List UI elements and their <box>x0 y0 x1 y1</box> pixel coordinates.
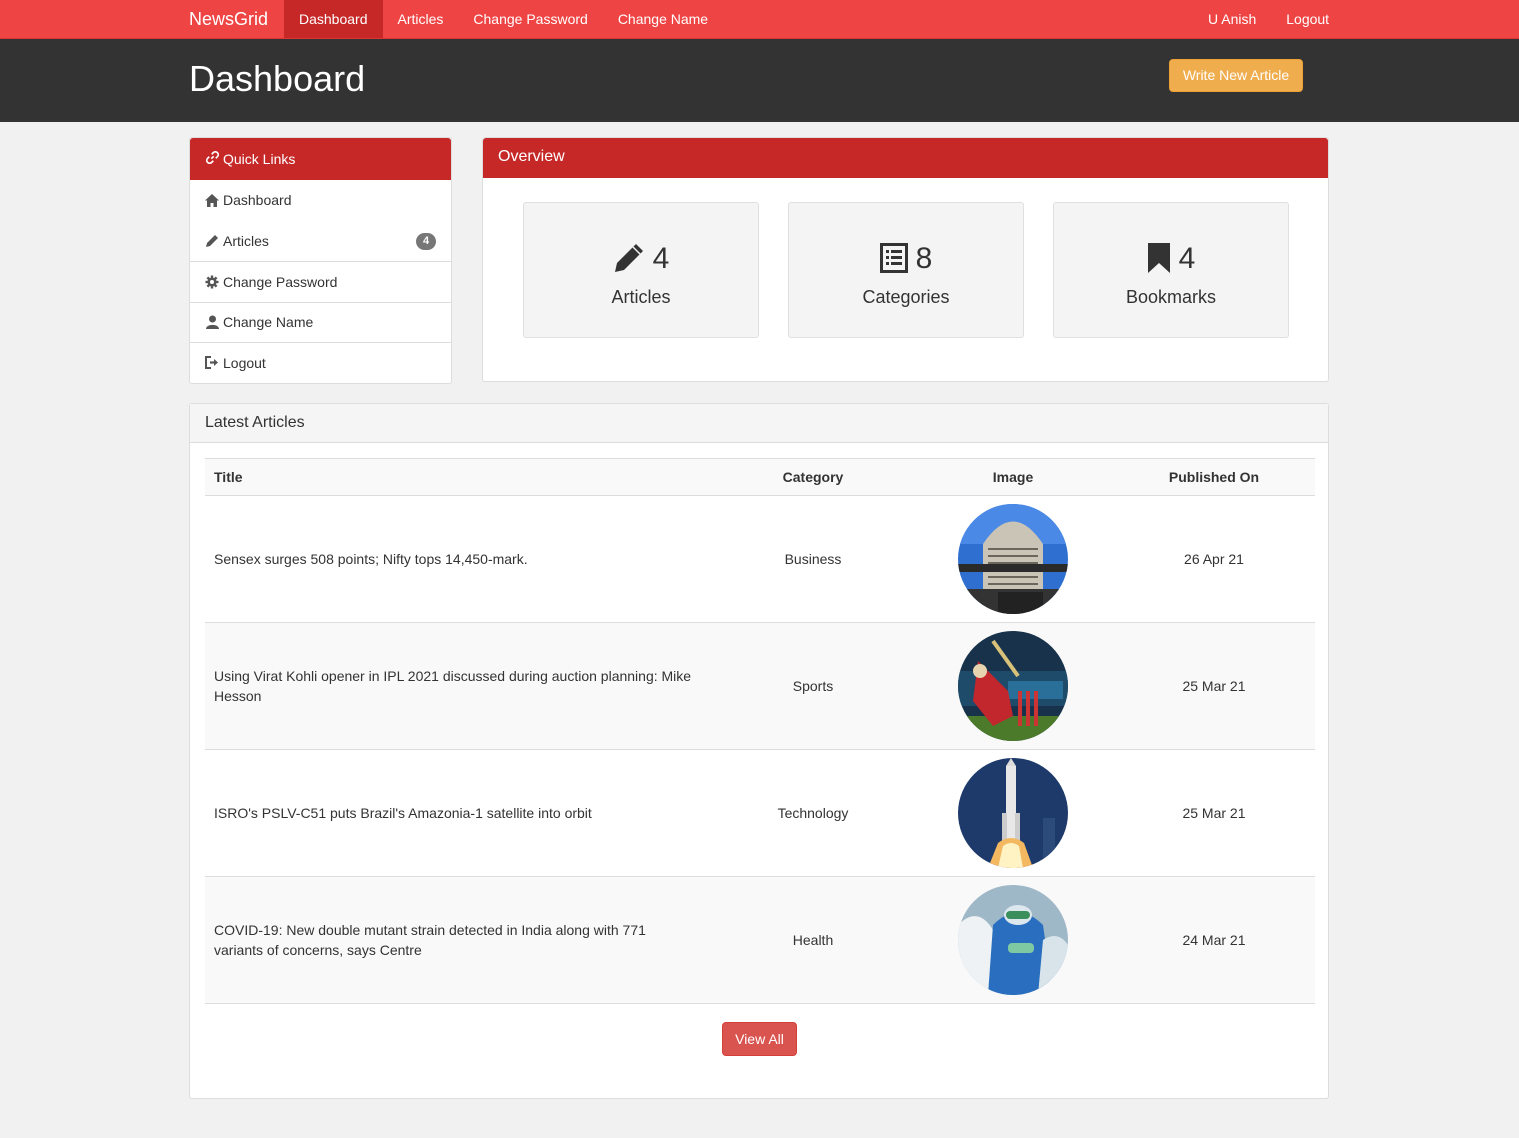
bookmarks-stat-card: 4 Bookmarks <box>1053 202 1289 338</box>
main-nav: Dashboard Articles Change Password Chang… <box>284 0 723 38</box>
bookmarks-stat-label: Bookmarks <box>1125 287 1217 307</box>
quick-link-label: Change Password <box>223 273 338 290</box>
quick-link-label: Dashboard <box>223 192 292 209</box>
categories-stat-label: Categories <box>862 287 950 307</box>
brand-logo[interactable]: NewsGrid <box>189 0 268 38</box>
top-navbar: NewsGrid Dashboard Articles Change Passw… <box>0 0 1519 39</box>
nav-logout[interactable]: Logout <box>1271 0 1344 38</box>
pencil-icon <box>613 242 645 277</box>
article-published-date: 24 Mar 21 <box>1113 876 1315 1004</box>
write-new-article-button[interactable]: Write New Article <box>1169 59 1303 92</box>
logout-icon <box>205 356 219 370</box>
article-thumbnail <box>958 631 1068 741</box>
article-title: Using Virat Kohli opener in IPL 2021 dis… <box>205 622 713 750</box>
latest-articles-header: Latest Articles <box>190 404 1328 443</box>
view-all-button[interactable]: View All <box>722 1022 797 1056</box>
quick-link-logout[interactable]: Logout <box>190 342 451 383</box>
quick-link-change-name[interactable]: Change Name <box>190 301 451 343</box>
articles-table: Title Category Image Published On Sensex… <box>205 458 1315 1004</box>
article-category: Sports <box>713 622 913 750</box>
column-header-category: Category <box>713 458 913 496</box>
overview-header: Overview <box>483 138 1328 178</box>
article-thumbnail <box>958 885 1068 995</box>
table-row[interactable]: ISRO's PSLV-C51 puts Brazil's Amazonia-1… <box>205 749 1315 877</box>
nav-dashboard[interactable]: Dashboard <box>284 0 383 38</box>
article-title: COVID-19: New double mutant strain detec… <box>205 876 713 1004</box>
column-header-title: Title <box>205 458 713 496</box>
article-category: Technology <box>713 749 913 877</box>
nav-articles[interactable]: Articles <box>383 0 459 38</box>
table-row[interactable]: COVID-19: New double mutant strain detec… <box>205 876 1315 1004</box>
pencil-icon <box>205 234 219 248</box>
quick-links-header: Quick Links <box>190 138 451 180</box>
list-icon <box>879 242 908 276</box>
categories-stat-card: 8 Categories <box>788 202 1024 338</box>
page-title: Dashboard <box>189 58 366 99</box>
quick-link-dashboard[interactable]: Dashboard <box>190 180 451 221</box>
article-published-date: 25 Mar 21 <box>1113 622 1315 750</box>
article-title: Sensex surges 508 points; Nifty tops 14,… <box>214 551 528 567</box>
nav-change-name[interactable]: Change Name <box>603 0 723 38</box>
articles-count: 4 <box>652 242 670 275</box>
quick-link-change-password[interactable]: Change Password <box>190 261 451 302</box>
user-nav: U Anish Logout <box>1193 0 1344 38</box>
overview-panel: Overview 4 Articles 8 Categories 4 Bookm… <box>482 137 1329 382</box>
quick-links-title: Quick Links <box>223 151 296 167</box>
articles-count-badge: 4 <box>416 232 436 250</box>
quick-link-label: Logout <box>223 354 266 371</box>
article-title: ISRO's PSLV-C51 puts Brazil's Amazonia-1… <box>205 749 713 877</box>
page-header: Dashboard Write New Article <box>0 39 1519 122</box>
gear-icon <box>205 275 219 289</box>
articles-stat-card: 4 Articles <box>523 202 759 338</box>
column-header-published: Published On <box>1113 458 1315 496</box>
nav-change-password[interactable]: Change Password <box>458 0 602 38</box>
article-category: Health <box>713 876 913 1004</box>
table-row[interactable]: Sensex surges 508 points; Nifty tops 14,… <box>205 496 1315 623</box>
link-icon <box>205 150 220 167</box>
quick-link-label: Articles <box>223 232 269 249</box>
quick-link-articles[interactable]: Articles 4 <box>190 221 451 262</box>
table-header-row: Title Category Image Published On <box>205 458 1315 496</box>
nav-user[interactable]: U Anish <box>1193 0 1271 38</box>
bookmarks-count: 4 <box>1178 242 1196 275</box>
article-thumbnail <box>958 758 1068 868</box>
quick-link-label: Change Name <box>223 314 314 331</box>
table-row[interactable]: Using Virat Kohli opener in IPL 2021 dis… <box>205 622 1315 750</box>
article-published-date: 25 Mar 21 <box>1113 749 1315 877</box>
articles-stat-label: Articles <box>611 287 671 307</box>
user-icon <box>205 315 219 330</box>
quick-links-panel: Quick Links Dashboard Articles 4 Change … <box>189 137 452 384</box>
article-category: Business <box>784 551 842 567</box>
home-icon <box>205 193 219 207</box>
article-published-date: 26 Apr 21 <box>1184 551 1244 567</box>
latest-articles-panel: Latest Articles Title Category Image Pub… <box>189 403 1329 1099</box>
bookmark-icon <box>1147 242 1171 276</box>
article-thumbnail <box>958 504 1068 614</box>
categories-count: 8 <box>915 242 933 275</box>
column-header-image: Image <box>913 458 1113 496</box>
